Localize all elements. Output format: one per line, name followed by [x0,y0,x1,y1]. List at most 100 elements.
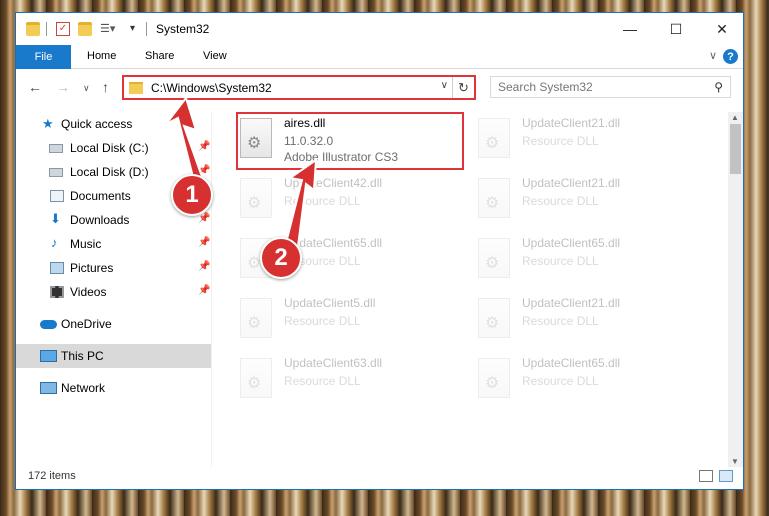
file-item[interactable]: ⚙ UpdateClient21.dll Resource DLL [474,112,699,168]
computer-icon [40,350,57,362]
nav-item-quick-access[interactable]: ★ Quick access [16,112,211,136]
address-path[interactable]: C:\Windows\System32 [151,81,272,95]
navigation-pane: ★ Quick access Local Disk (C:) 📌 Local D… [16,112,211,467]
minimize-button[interactable]: — [607,13,653,45]
recent-locations-icon[interactable]: ∨ [83,83,90,94]
dll-file-icon: ⚙ [478,178,510,218]
dll-file-icon: ⚙ [478,358,510,398]
file-name: UpdateClient21.dll [522,296,621,310]
maximize-button[interactable]: ☐ [653,13,699,45]
nav-item-pictures[interactable]: Pictures 📌 [16,256,211,280]
tab-share[interactable]: Share [145,50,174,62]
properties-icon[interactable]: ✓ [56,22,70,36]
file-item[interactable]: ⚙ UpdateClient21.dll Resource DLL [474,292,699,348]
up-arrow-icon[interactable]: ↑ [102,79,109,95]
vertical-scrollbar[interactable]: ▲ ▼ [728,112,743,467]
large-icons-view-icon[interactable] [719,470,733,482]
nav-item-videos[interactable]: Videos 📌 [16,280,211,304]
search-input[interactable]: Search System32 ⚲ [490,76,731,98]
dll-file-icon: ⚙ [240,298,272,338]
dll-file-icon: ⚙ [240,358,272,398]
nav-item-local-disk-c[interactable]: Local Disk (C:) 📌 [16,136,211,160]
file-desc: Resource DLL [284,314,361,328]
callout-2: 2 [260,237,302,279]
title-bar: ✓ ☰▾ ▾ System32 — ☐ ✕ [16,13,743,45]
network-icon [40,382,57,394]
expand-ribbon-icon[interactable]: ∨ [709,49,717,62]
file-desc: Resource DLL [522,254,599,268]
refresh-icon[interactable]: ↻ [452,77,474,98]
tab-file[interactable]: File [16,45,71,69]
documents-icon [50,190,64,202]
file-name: UpdateClient5.dll [284,296,376,310]
chevron-down-icon[interactable]: ∨ [441,80,448,91]
nav-item-music[interactable]: ♪ Music 📌 [16,232,211,256]
new-folder-icon[interactable] [78,22,92,36]
pane-divider[interactable] [211,112,212,467]
help-icon[interactable]: ? [723,49,738,64]
nav-item-network[interactable]: Network [16,376,211,400]
separator [146,22,147,36]
file-item[interactable]: ⚙ UpdateClient21.dll Resource DLL [474,172,699,228]
customize-quick-access-icon[interactable]: ▾ [130,22,144,36]
tab-home[interactable]: Home [87,50,116,62]
forward-arrow-icon[interactable]: → [56,79,70,95]
file-item[interactable]: ⚙ UpdateClient42.dll Resource DLL [236,172,461,228]
address-bar[interactable]: C:\Windows\System32 ∨ ↻ [122,75,476,100]
callout-1: 1 [171,174,213,216]
pictures-icon [50,262,64,274]
details-view-icon[interactable] [699,470,713,482]
scroll-up-icon[interactable]: ▲ [731,113,739,122]
close-button[interactable]: ✕ [699,13,745,45]
separator [46,22,47,36]
nav-item-this-pc[interactable]: This PC [16,344,211,368]
file-name: UpdateClient42.dll [284,176,383,190]
pin-icon[interactable]: 📌 [198,141,210,152]
highlight-box [236,112,464,170]
file-item[interactable]: ⚙ UpdateClient5.dll Resource DLL [236,292,461,348]
dll-file-icon: ⚙ [478,298,510,338]
file-item[interactable]: ⚙ UpdateClient65.dll Resource DLL [474,352,699,408]
pin-icon[interactable]: 📌 [198,285,210,296]
window-title: System32 [156,22,210,36]
file-item[interactable]: ⚙ UpdateClient65.dll Resource DLL [474,232,699,288]
file-desc: Resource DLL [522,314,599,328]
back-arrow-icon[interactable]: ← [28,79,42,95]
scroll-down-icon[interactable]: ▼ [731,457,739,466]
ribbon-tabs: File Home Share View ∨ ? [16,45,743,69]
tab-view[interactable]: View [203,50,227,62]
pin-icon[interactable]: 📌 [198,165,210,176]
pin-icon[interactable]: 📌 [198,261,210,272]
file-explorer-window: ✓ ☰▾ ▾ System32 — ☐ ✕ File Home Share Vi… [15,12,744,490]
drive-icon [49,168,63,177]
dll-file-icon: ⚙ [478,238,510,278]
pin-icon[interactable]: 📌 [198,213,210,224]
folder-icon [129,81,143,94]
nav-item-onedrive[interactable]: OneDrive [16,312,211,336]
file-desc: Resource DLL [522,134,599,148]
star-icon: ★ [42,116,54,131]
search-icon[interactable]: ⚲ [714,80,723,94]
file-desc: Resource DLL [522,194,599,208]
search-placeholder: Search System32 [498,80,593,94]
file-item[interactable]: ⚙ UpdateClient63.dll Resource DLL [236,352,461,408]
file-name: UpdateClient21.dll [522,176,621,190]
music-icon: ♪ [51,235,58,250]
scroll-thumb[interactable] [730,124,741,174]
file-name: UpdateClient63.dll [284,356,383,370]
onedrive-icon [40,320,57,329]
dll-file-icon: ⚙ [478,118,510,158]
file-name: UpdateClient65.dll [522,236,621,250]
file-desc: Resource DLL [284,194,361,208]
rename-icon[interactable]: ☰▾ [100,22,115,36]
dll-file-icon: ⚙ [240,178,272,218]
videos-icon [50,286,64,298]
drive-icon [49,144,63,153]
file-name: UpdateClient21.dll [522,116,621,130]
download-icon: ⬇ [50,211,61,226]
file-desc: Resource DLL [284,374,361,388]
pin-icon[interactable]: 📌 [198,237,210,248]
file-name: UpdateClient65.dll [522,356,621,370]
folder-icon [26,22,40,36]
item-count: 172 items [28,470,76,482]
